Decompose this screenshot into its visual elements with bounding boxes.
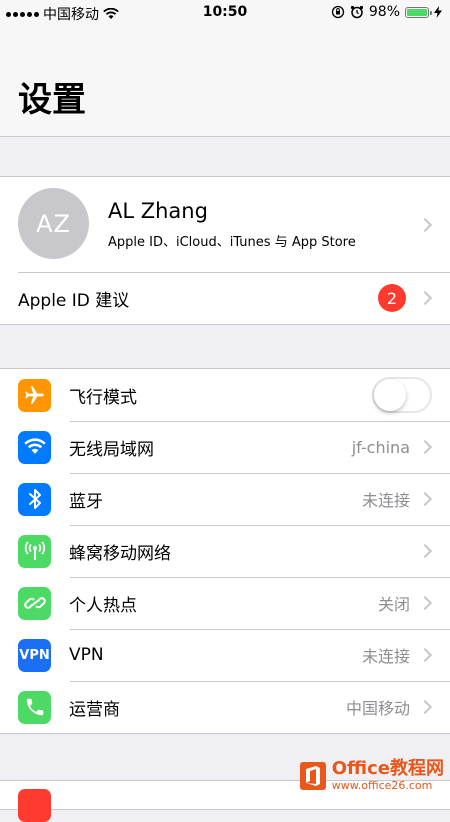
hotspot-icon bbox=[18, 586, 51, 620]
chevron-right-icon bbox=[417, 647, 433, 663]
charging-icon bbox=[434, 6, 442, 18]
settings-row-wifi[interactable]: 无线局域网 jf-china bbox=[0, 421, 450, 473]
battery-percentage: 98% bbox=[368, 4, 400, 20]
profile-section: AZ AL Zhang Apple ID、iCloud、iTunes 与 App… bbox=[0, 176, 450, 325]
row-value: 未连接 bbox=[361, 647, 410, 666]
settings-row-cellular[interactable]: 蜂窝移动网络 bbox=[0, 525, 450, 577]
row-separator bbox=[70, 681, 450, 682]
chevron-right-icon bbox=[417, 439, 433, 455]
page-title: 设置 bbox=[18, 80, 86, 120]
chevron-right-icon bbox=[417, 217, 433, 233]
apple-id-profile-row[interactable]: AZ AL Zhang Apple ID、iCloud、iTunes 与 App… bbox=[0, 177, 450, 272]
alarm-icon bbox=[350, 5, 363, 19]
notifications-icon bbox=[18, 789, 51, 822]
row-label: 无线局域网 bbox=[69, 439, 154, 460]
row-separator bbox=[70, 525, 450, 526]
chevron-right-icon bbox=[417, 595, 433, 611]
chevron-right-icon bbox=[417, 491, 433, 507]
status-right: 98% bbox=[331, 4, 442, 20]
airplane-icon bbox=[18, 378, 51, 412]
watermark-text: Office教程网 www.office26.com bbox=[331, 758, 444, 793]
settings-row-carrier[interactable]: 运营商 中国移动 bbox=[0, 681, 450, 733]
row-label: 运营商 bbox=[69, 699, 120, 720]
orientation-lock-icon bbox=[331, 5, 345, 19]
row-separator bbox=[70, 421, 450, 422]
watermark-sub-text: www.office26.com bbox=[331, 779, 433, 792]
profile-subtitle: Apple ID、iCloud、iTunes 与 App Store bbox=[108, 235, 356, 250]
row-label: VPN bbox=[69, 645, 104, 665]
settings-row-bluetooth[interactable]: 蓝牙 未连接 bbox=[0, 473, 450, 525]
row-value: jf-china bbox=[351, 437, 410, 457]
avatar: AZ bbox=[18, 188, 89, 259]
settings-row-vpn[interactable]: VPN VPN 未连接 bbox=[0, 629, 450, 681]
chevron-right-icon bbox=[417, 290, 433, 306]
row-separator bbox=[18, 272, 450, 273]
row-label: 飞行模式 bbox=[69, 387, 137, 408]
row-label: 个人热点 bbox=[69, 595, 137, 616]
row-value: 中国移动 bbox=[345, 699, 410, 718]
row-separator bbox=[70, 473, 450, 474]
phone-icon bbox=[18, 690, 51, 724]
chevron-right-icon bbox=[417, 699, 433, 715]
bluetooth-icon bbox=[18, 482, 51, 516]
vpn-icon: VPN bbox=[18, 638, 51, 672]
status-bar: 中国移动 10:50 98% bbox=[0, 0, 450, 26]
row-label: 蓝牙 bbox=[69, 491, 103, 512]
toggle-knob bbox=[374, 379, 406, 411]
chevron-right-icon bbox=[417, 543, 433, 559]
settings-row-personal-hotspot[interactable]: 个人热点 关闭 bbox=[0, 577, 450, 629]
settings-row-airplane-mode[interactable]: 飞行模式 bbox=[0, 369, 450, 421]
row-label: 蜂窝移动网络 bbox=[69, 543, 171, 564]
row-label: Apple ID 建议 bbox=[18, 290, 130, 311]
airplane-mode-toggle[interactable] bbox=[372, 377, 432, 413]
cellular-icon bbox=[18, 534, 51, 568]
title-bar: 设置 bbox=[0, 26, 450, 137]
notification-badge: 2 bbox=[378, 284, 406, 312]
apple-id-suggestions-row[interactable]: Apple ID 建议 2 bbox=[0, 272, 450, 324]
row-value: 关闭 bbox=[377, 595, 410, 614]
watermark: Office教程网 www.office26.com bbox=[299, 758, 444, 793]
row-value: 未连接 bbox=[361, 491, 410, 510]
watermark-main-text: Office教程网 bbox=[331, 758, 444, 779]
wifi-icon bbox=[18, 430, 51, 464]
connectivity-section: 飞行模式 无线局域网 jf-china 蓝牙 未连接 蜂窝移动网络 个人热点 关… bbox=[0, 368, 450, 734]
profile-name: AL Zhang bbox=[108, 199, 208, 223]
office-logo-icon bbox=[299, 761, 326, 790]
battery-icon bbox=[405, 6, 432, 18]
battery-fill bbox=[407, 8, 427, 16]
row-separator bbox=[70, 577, 450, 578]
row-separator bbox=[70, 629, 450, 630]
